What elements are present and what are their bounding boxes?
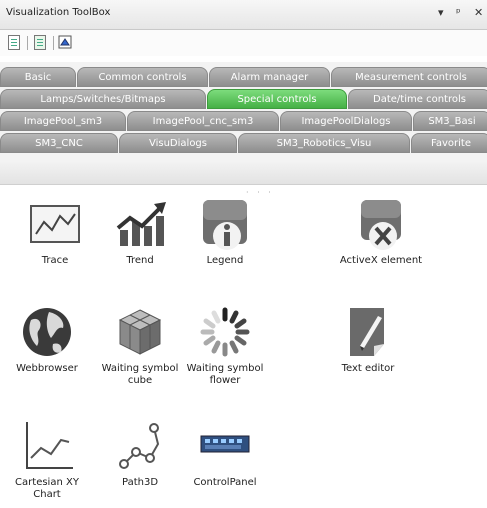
tab-measurement-controls[interactable]: Measurement controls (331, 67, 487, 87)
tab-imagepool-sm3[interactable]: ImagePool_sm3 (0, 111, 126, 131)
tab-visu-dialogs[interactable]: VisuDialogs (119, 133, 237, 153)
tab-sm3-basic[interactable]: SM3_Basi (413, 111, 487, 131)
element-control-panel[interactable]: ControlPanel (183, 418, 267, 489)
text-editor-icon (340, 304, 396, 360)
tab-imagepool-dialogs[interactable]: ImagePoolDialogs (280, 111, 412, 131)
element-label: Text editor (341, 363, 395, 374)
window-title: Visualization ToolBox (6, 7, 111, 18)
tab-row: Basic Common controls Alarm manager Meas… (0, 67, 487, 88)
element-waiting-flower[interactable]: Waiting symbol flower (183, 304, 267, 387)
element-cartesian-xy-chart[interactable]: Cartesian XY Chart (5, 418, 89, 501)
element-label: Path3D (121, 477, 159, 488)
cube-icon (112, 304, 168, 360)
tab-sm3-cnc[interactable]: SM3_CNC (0, 133, 118, 153)
element-label: ControlPanel (193, 477, 257, 488)
tab-common-controls[interactable]: Common controls (77, 67, 208, 87)
globe-icon (19, 304, 75, 360)
tab-date-time-controls[interactable]: Date/time controls (348, 89, 487, 109)
element-trace[interactable]: Trace (13, 196, 97, 267)
list-view-icon[interactable] (6, 34, 21, 51)
spinner-icon (197, 304, 253, 360)
trend-icon (112, 196, 168, 252)
window-titlebar: Visualization ToolBox ▾ ᵖ ✕ (0, 0, 487, 30)
element-activex[interactable]: ActiveX element (339, 196, 423, 267)
tab-alarm-manager[interactable]: Alarm manager (209, 67, 330, 87)
element-trend[interactable]: Trend (98, 196, 182, 267)
element-label: Trend (126, 255, 154, 266)
category-tabs: Basic Common controls Alarm manager Meas… (0, 62, 487, 162)
element-grid: Trace Trend Legend ActiveX element Webbr… (0, 196, 487, 508)
tab-special-controls[interactable]: Special controls (207, 89, 347, 109)
detail-view-icon[interactable] (32, 34, 47, 51)
element-label: Cartesian XY Chart (15, 477, 79, 500)
tab-imagepool-cnc-sm3[interactable]: ImagePool_cnc_sm3 (127, 111, 279, 131)
icon-view-icon[interactable] (58, 34, 73, 51)
element-waiting-cube[interactable]: Waiting symbol cube (98, 304, 182, 387)
cartesian-chart-icon (19, 418, 75, 474)
tab-row: SM3_CNC VisuDialogs SM3_Robotics_Visu Fa… (0, 133, 487, 154)
tab-basic[interactable]: Basic (0, 67, 76, 87)
pin-icon[interactable]: ᵖ (456, 6, 461, 19)
legend-icon (197, 196, 253, 252)
toolbox-toolbar (0, 30, 487, 56)
dropdown-icon[interactable]: ▾ (438, 6, 444, 19)
element-label: Waiting symbol cube (101, 363, 179, 386)
element-legend[interactable]: Legend (183, 196, 267, 267)
control-panel-icon (197, 418, 253, 474)
tab-row: ImagePool_sm3 ImagePool_cnc_sm3 ImagePoo… (0, 111, 487, 132)
element-webbrowser[interactable]: Webbrowser (5, 304, 89, 375)
path3d-icon (112, 418, 168, 474)
element-label: ActiveX element (339, 255, 423, 266)
trace-icon (27, 196, 83, 252)
tab-content-header (0, 162, 487, 185)
element-label: Waiting symbol flower (186, 363, 264, 386)
tab-row: Lamps/Switches/Bitmaps Special controls … (0, 89, 487, 110)
tab-favorite[interactable]: Favorite (411, 133, 487, 153)
close-icon[interactable]: ✕ (474, 6, 483, 19)
activex-icon (353, 196, 409, 252)
element-label: Trace (41, 255, 69, 266)
element-text-editor[interactable]: Text editor (326, 304, 410, 375)
element-path3d[interactable]: Path3D (98, 418, 182, 489)
tab-lamps-switches-bitmaps[interactable]: Lamps/Switches/Bitmaps (0, 89, 206, 109)
element-label: Webbrowser (16, 363, 78, 374)
tab-sm3-robotics-visu[interactable]: SM3_Robotics_Visu (238, 133, 410, 153)
element-label: Legend (206, 255, 244, 266)
